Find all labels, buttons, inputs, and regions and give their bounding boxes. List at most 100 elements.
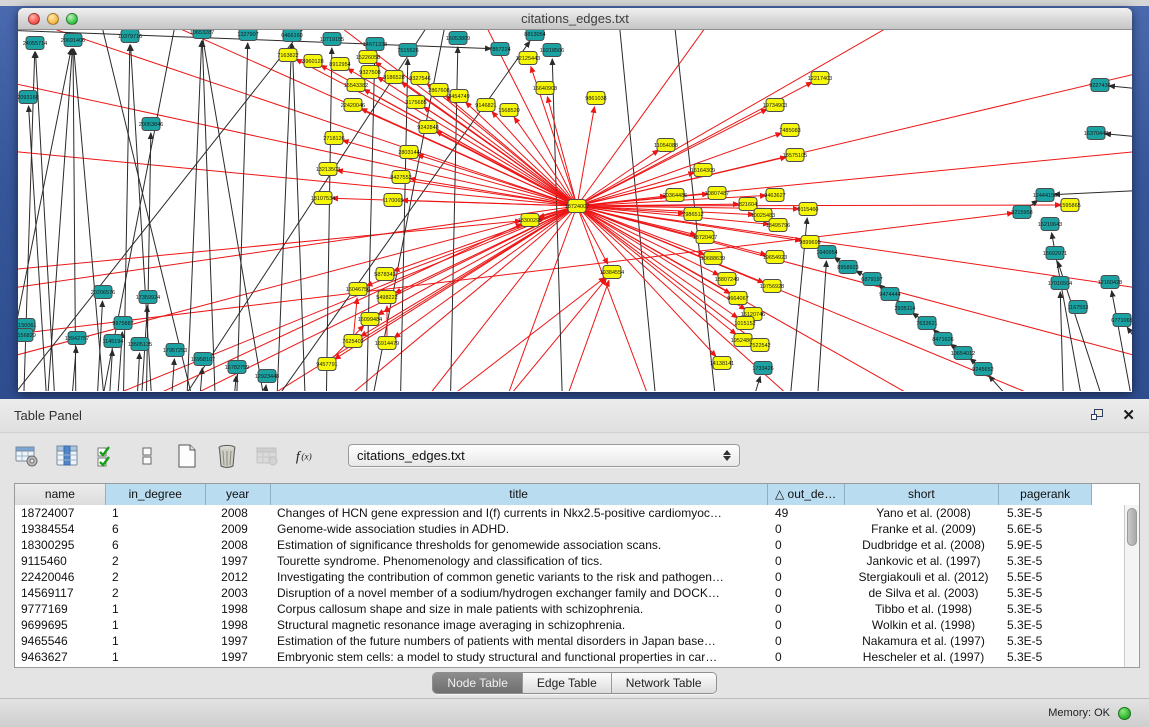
function-builder-icon[interactable]: f(x) [294,443,320,469]
graph-node[interactable]: 8427552 [390,171,411,184]
graph-node[interactable]: 2093160 [18,91,39,104]
graph-node[interactable]: 16914479 [375,337,399,350]
network-view-canvas[interactable]: 1872400771638228960128891295415226058932… [18,30,1132,391]
graph-node[interactable]: 1640954 [816,246,837,259]
graph-node[interactable]: 2718126 [323,132,344,145]
graph-node[interactable]: 7522542 [749,339,770,352]
select-all-icon[interactable] [94,443,120,469]
table-row[interactable]: 2242004622012Investigating the contribut… [15,569,1139,585]
table-row[interactable]: 946554611997Estimation of the future num… [15,633,1139,649]
table-row[interactable]: 969969511998Structural magnetic resonanc… [15,617,1139,633]
graph-node[interactable]: 6879197 [861,273,882,286]
graph-node[interactable]: 9327508 [359,66,380,79]
graph-node[interactable]: 9115460 [797,203,818,216]
graph-node[interactable]: 9861038 [585,92,606,105]
graph-node[interactable]: 2867608 [428,84,449,97]
graph-node[interactable]: 19654923 [763,251,787,264]
graph-node[interactable]: 3175685 [405,96,426,109]
graph-node[interactable]: 18107534 [311,192,335,205]
column-header-name[interactable]: name [15,484,106,505]
graph-node[interactable]: 6771065 [1111,314,1132,327]
graph-node[interactable]: 9664067 [727,292,748,305]
tab-network-table[interactable]: Network Table [612,673,716,693]
graph-node[interactable]: 8813054 [524,30,545,41]
show-column-icon[interactable] [54,443,80,469]
graph-node[interactable]: 18495796 [766,219,790,232]
graph-node[interactable]: 8471626 [932,333,953,346]
graph-node[interactable]: 16046756 [346,283,370,296]
graph-node[interactable]: 18807249 [715,273,739,286]
graph-node[interactable]: 10688639 [701,252,725,265]
graph-node[interactable]: 9899695 [799,236,820,249]
graph-node[interactable]: 821604 [739,198,757,211]
graph-node[interactable]: 16053809 [446,32,470,45]
graph-node[interactable]: 10719155 [320,33,344,46]
graph-node[interactable]: 10807487 [705,187,729,200]
graph-node[interactable]: 22420046 [341,99,365,112]
graph-node[interactable]: 1733426 [752,362,773,375]
graph-node[interactable]: 12923448 [255,370,279,383]
graph-node[interactable]: 20364486 [663,189,687,202]
graph-node[interactable]: 16782759 [225,361,249,374]
graph-node[interactable]: 9242848 [417,121,438,134]
table-row[interactable]: 1456911722003Disruption of a novel membe… [15,585,1139,601]
graph-node[interactable]: 14138141 [710,357,734,370]
graph-node[interactable]: 8186528 [383,71,404,84]
graph-node[interactable]: 19756928 [760,280,784,293]
graph-node[interactable]: 16958107 [191,353,215,366]
column-header-short[interactable]: short [845,484,1000,505]
graph-node[interactable]: 13213503 [316,163,340,176]
graph-node[interactable]: 20206576 [91,286,115,299]
graph-node[interactable]: 7163822 [277,49,298,62]
graph-node[interactable]: 1015152 [734,317,755,330]
graph-node[interactable]: 1568520 [498,104,519,117]
new-column-icon[interactable] [174,443,200,469]
graph-node[interactable]: 6466160 [281,30,302,42]
graph-node[interactable]: 17957253 [163,344,187,357]
graph-node[interactable]: 7632621 [916,317,937,330]
graph-node[interactable]: 10379716 [118,30,142,43]
graph-node[interactable]: 11054088 [654,139,678,152]
graph-node[interactable]: 1145194 [102,335,123,348]
graph-node[interactable]: 19384554 [600,266,624,279]
graph-node[interactable]: 16099484 [358,313,382,326]
graph-node[interactable]: 18720407 [693,231,717,244]
graph-node[interactable]: 12217403 [808,72,832,85]
graph-node[interactable]: 16164309 [691,164,715,177]
graph-node[interactable]: 8912954 [329,58,350,71]
graph-node[interactable]: 9457791 [316,358,337,371]
graph-node[interactable]: 18724007 [565,200,589,213]
graph-node[interactable]: 1170065 [382,194,403,207]
table-row[interactable]: 1830029562008Estimation of significance … [15,537,1139,553]
table-row[interactable]: 946362711997Embryonic stem cells: a mode… [15,649,1139,665]
graph-node[interactable]: 7625402 [342,335,363,348]
column-header-in-degree[interactable]: in_degree [106,484,206,505]
column-header-year[interactable]: year [206,484,271,505]
graph-node[interactable]: 11156829 [18,329,36,342]
table-options-icon[interactable] [14,443,40,469]
table-selector-dropdown[interactable]: citations_edges.txt [348,444,740,467]
graph-node[interactable]: 9474444 [879,288,900,301]
graph-node[interactable]: 9245652 [972,363,993,376]
graph-node[interactable]: 12444158 [1033,189,1057,202]
scrollbar-thumb[interactable] [1127,508,1137,546]
graph-node[interactable]: 18300295 [518,214,542,227]
graph-node[interactable]: 16370448 [1084,127,1108,140]
graph-node[interactable]: 24055714 [23,37,47,50]
graph-node[interactable]: 2935114 [894,302,915,315]
graph-node[interactable]: 8215958 [1011,206,1032,219]
column-header-title[interactable]: title [271,484,768,505]
graph-node[interactable]: 10654012 [951,347,975,360]
table-row[interactable]: 911546021997Tourette syndrome. Phenomeno… [15,553,1139,569]
graph-node[interactable]: 1167553 [1067,301,1088,314]
graph-node[interactable]: 8960128 [302,55,323,68]
graph-node[interactable]: 19734903 [763,99,787,112]
graph-node[interactable]: 12125443 [516,52,540,65]
vertical-scrollbar[interactable] [1124,505,1139,667]
float-window-icon[interactable] [1091,409,1106,423]
graph-node[interactable]: 9327546 [409,72,430,85]
graph-node[interactable]: 18575105 [783,149,807,162]
graph-node[interactable]: 7515526 [397,44,418,57]
graph-node[interactable]: 1595865 [1059,199,1080,212]
graph-node[interactable]: 8958923 [837,261,858,274]
